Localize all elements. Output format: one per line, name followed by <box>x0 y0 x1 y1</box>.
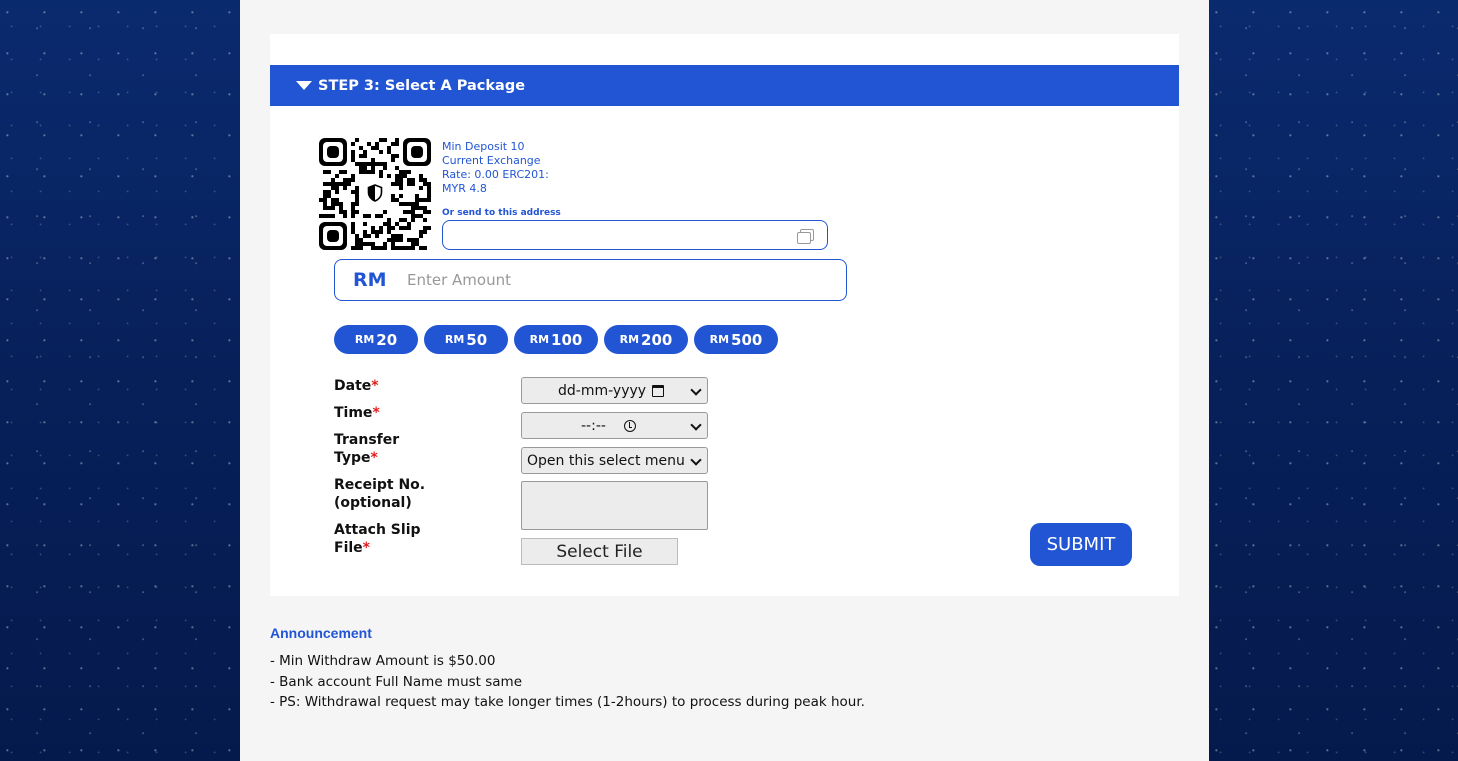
date-label: Date* <box>334 377 484 395</box>
amount-field[interactable]: RM <box>334 259 847 301</box>
quick-amount-value: 20 <box>376 330 398 349</box>
step-header[interactable]: STEP 3: Select A Package <box>270 65 1179 106</box>
quick-amount-value: 200 <box>641 330 673 349</box>
receipt-label-line1: Receipt No. <box>334 477 426 493</box>
quick-amount-currency: RM <box>444 333 465 346</box>
background-right <box>1209 0 1458 761</box>
copy-icon[interactable] <box>797 229 814 244</box>
quick-amount-20-button[interactable]: RM 20 <box>334 325 418 354</box>
quick-amount-currency: RM <box>709 333 730 346</box>
background-left <box>0 0 240 761</box>
transfer-type-value: Open this select menu <box>527 452 685 469</box>
date-input[interactable]: dd-mm-yyyy <box>521 377 708 404</box>
shield-icon <box>363 180 387 206</box>
quick-amount-currency: RM <box>619 333 640 346</box>
required-mark: * <box>362 540 370 556</box>
attach-slip-label-line1: Attach Slip <box>334 522 421 538</box>
quick-amount-row: RM 20 RM 50 RM 100 RM 200 RM 500 <box>334 325 778 354</box>
announcement-title: Announcement <box>270 625 372 641</box>
required-mark: * <box>370 450 378 466</box>
date-label-text: Date <box>334 378 372 394</box>
page-container: STEP 3: Select A Package Min Deposit 10 … <box>240 0 1209 761</box>
chevron-down-icon <box>690 384 702 396</box>
required-mark: * <box>372 405 380 421</box>
announcement-item: - Bank account Full Name must same <box>270 673 523 690</box>
transfer-type-select[interactable]: Open this select menu <box>521 447 708 474</box>
deposit-card: STEP 3: Select A Package Min Deposit 10 … <box>270 34 1179 596</box>
amount-currency: RM <box>353 269 387 291</box>
quick-amount-currency: RM <box>529 333 550 346</box>
exchange-rate-text-1: Current Exchange <box>442 154 541 167</box>
time-label-text: Time <box>334 405 373 421</box>
quick-amount-500-button[interactable]: RM 500 <box>694 325 778 354</box>
min-deposit-text: Min Deposit 10 <box>442 140 525 153</box>
quick-amount-value: 50 <box>466 330 488 349</box>
step-title: STEP 3: Select A Package <box>318 77 526 94</box>
chevron-down-icon <box>690 419 702 431</box>
deposit-info: Min Deposit 10 Current Exchange Rate: 0.… <box>442 140 562 196</box>
receipt-label-line2: (optional) <box>334 495 412 511</box>
calendar-icon[interactable] <box>652 384 665 397</box>
exchange-rate-text-3: MYR 4.8 <box>442 182 487 195</box>
quick-amount-200-button[interactable]: RM 200 <box>604 325 688 354</box>
time-label: Time* <box>334 404 484 422</box>
required-mark: * <box>371 378 379 394</box>
transfer-type-label: Transfer Type* <box>334 431 484 467</box>
announcement-item: - PS: Withdrawal request may take longer… <box>270 694 865 710</box>
quick-amount-value: 500 <box>731 330 763 349</box>
receipt-label: Receipt No. (optional) <box>334 476 484 512</box>
exchange-rate-text-2: Rate: 0.00 ERC201: <box>442 168 549 181</box>
announcement-list: - Min Withdraw Amount is $50.00 - Bank a… <box>270 651 865 713</box>
clock-icon[interactable] <box>623 419 636 432</box>
amount-input[interactable] <box>407 271 846 289</box>
qr-code <box>319 138 431 250</box>
quick-amount-50-button[interactable]: RM 50 <box>424 325 508 354</box>
time-input-value: --:-- <box>581 417 606 434</box>
submit-button[interactable]: SUBMIT <box>1030 523 1132 566</box>
wallet-address-field[interactable] <box>442 220 828 250</box>
chevron-down-icon <box>690 454 702 466</box>
quick-amount-currency: RM <box>354 333 375 346</box>
receipt-number-input[interactable] <box>521 481 708 530</box>
quick-amount-value: 100 <box>551 330 583 349</box>
attach-slip-label: Attach Slip File* <box>334 521 484 557</box>
attach-slip-label-line2: File <box>334 540 363 556</box>
time-input[interactable]: --:-- <box>521 412 708 439</box>
quick-amount-100-button[interactable]: RM 100 <box>514 325 598 354</box>
date-input-value: dd-mm-yyyy <box>558 382 647 399</box>
announcement-item: - Min Withdraw Amount is $50.00 <box>270 653 496 669</box>
select-file-button[interactable]: Select File <box>521 538 678 565</box>
address-label: Or send to this address <box>442 208 561 218</box>
transfer-type-label-line2: Type <box>334 450 371 466</box>
caret-down-icon <box>296 81 312 90</box>
transfer-type-label-line1: Transfer <box>334 432 400 448</box>
